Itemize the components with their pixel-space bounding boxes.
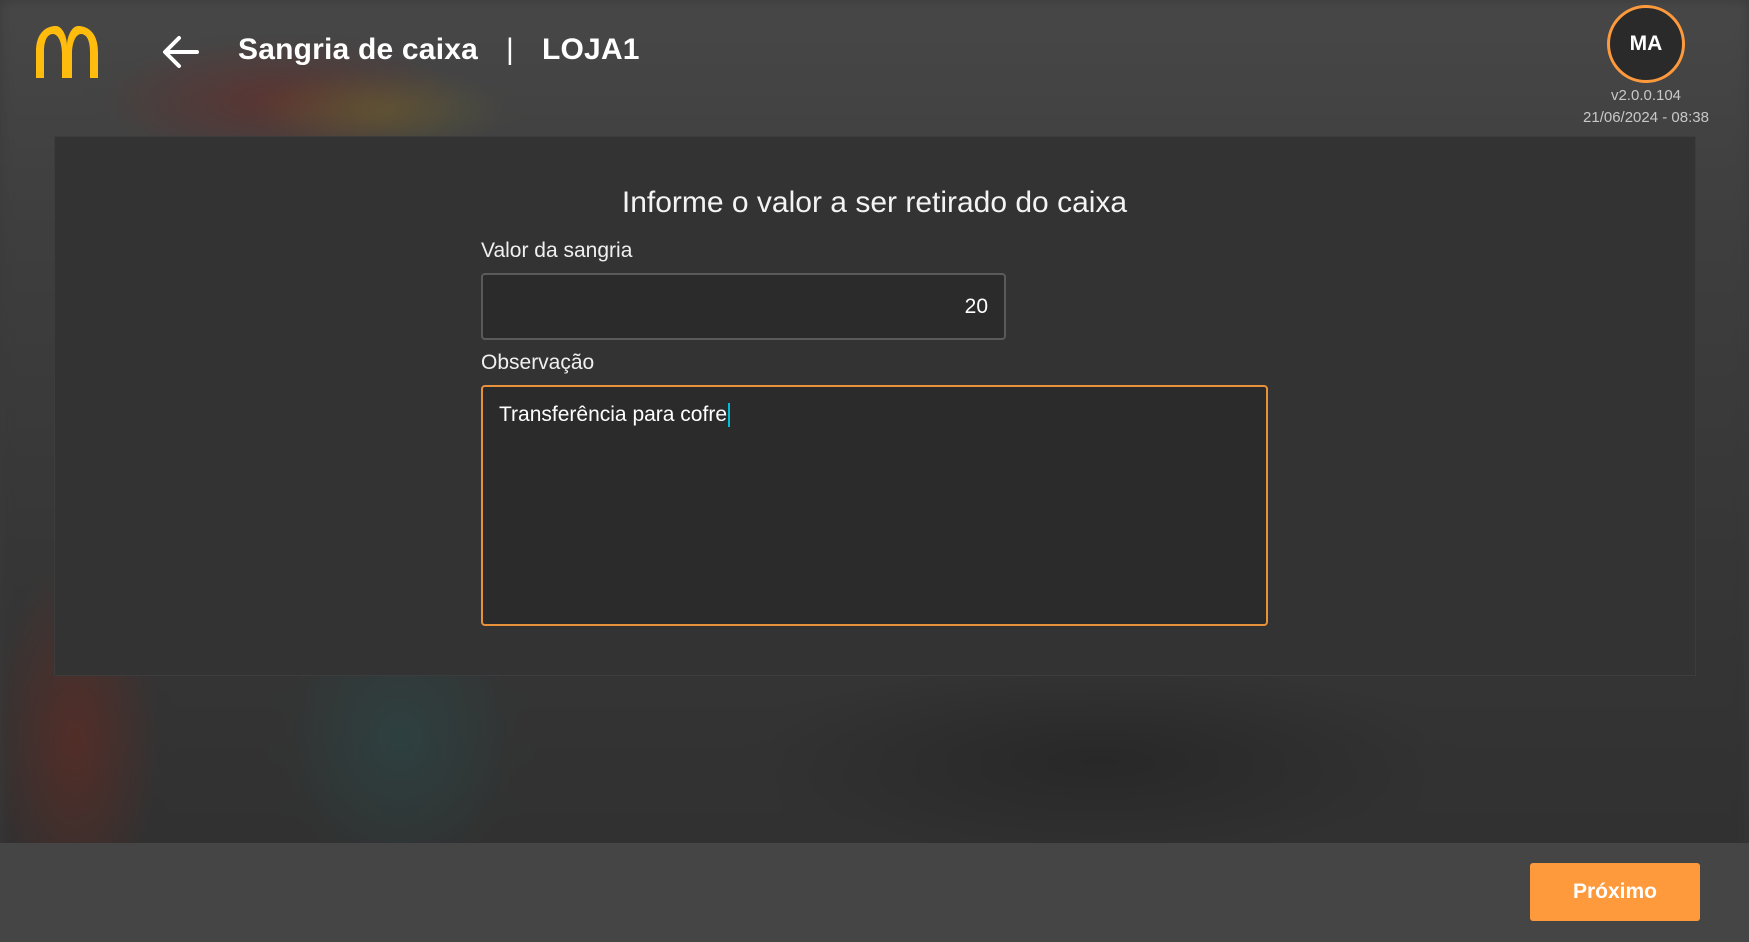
arrow-left-icon <box>163 36 199 68</box>
observation-textarea[interactable]: Transferência para cofre <box>481 385 1268 626</box>
date-time: 21/06/2024 - 08:38 <box>1583 109 1709 126</box>
next-button[interactable]: Próximo <box>1530 863 1700 921</box>
value-label: Valor da sangria <box>481 239 633 262</box>
form-heading: Informe o valor a ser retirado do caixa <box>621 186 1128 219</box>
store-name: LOJA1 <box>542 33 640 66</box>
back-button[interactable] <box>158 30 202 74</box>
sangria-value-input[interactable]: 20 <box>481 273 1006 340</box>
title-separator: | <box>506 33 514 66</box>
text-caret <box>728 403 730 428</box>
version-info: v2.0.0.104 21/06/2024 - 08:38 <box>1560 85 1732 129</box>
mcdonalds-logo-icon <box>36 26 98 78</box>
page-title-text: Sangria de caixa <box>238 33 478 66</box>
footer-bar <box>0 843 1749 942</box>
header-bar: Sangria de caixa | LOJA1 MA v2.0.0.104 2… <box>0 0 1749 126</box>
sangria-value-text: 20 <box>964 294 988 318</box>
page-title: Sangria de caixa | LOJA1 <box>238 33 640 67</box>
observation-text: Transferência para cofre <box>499 403 727 426</box>
app-version: v2.0.0.104 <box>1610 87 1682 104</box>
user-avatar[interactable]: MA <box>1607 5 1685 83</box>
observation-label: Observação <box>481 351 595 374</box>
